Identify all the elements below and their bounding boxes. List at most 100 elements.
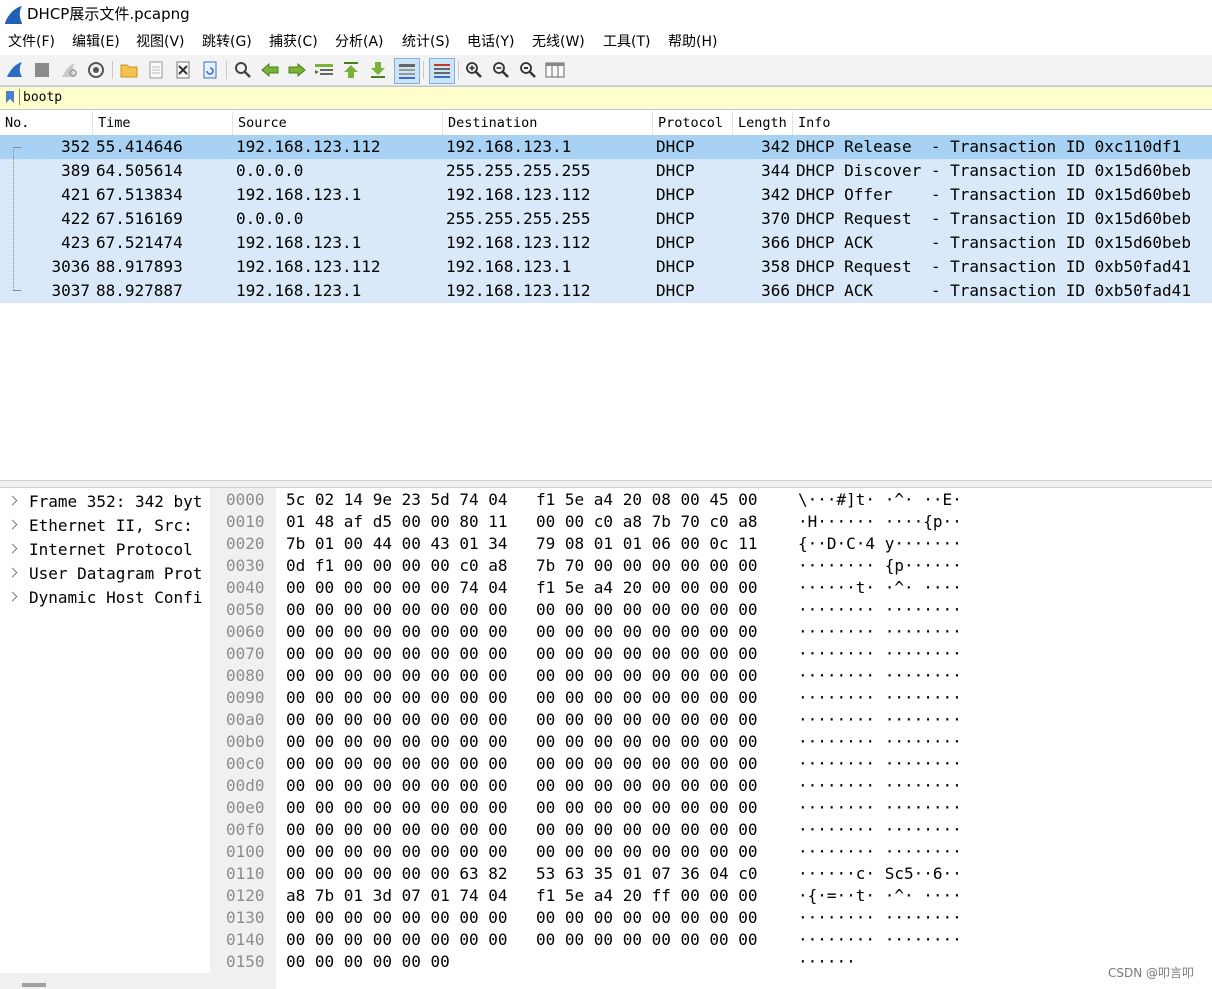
packet-destination: 192.168.123.1 (446, 257, 572, 276)
menu-wireless[interactable]: 无线(W) (532, 34, 585, 50)
packet-source: 192.168.123.1 (236, 233, 362, 252)
hex-row[interactable]: 0060 00 00 00 00 00 00 00 00 00 00 00 00 0… (216, 621, 1212, 643)
menu-go[interactable]: 跳转(G) (202, 34, 252, 50)
autoscroll-icon[interactable] (394, 58, 420, 84)
capture-options-icon[interactable] (85, 59, 107, 81)
chevron-right-icon[interactable] (7, 567, 18, 578)
hex-row[interactable]: 00d0 00 00 00 00 00 00 00 00 00 00 00 00 0… (216, 775, 1212, 797)
hex-ascii: ······t· ·^· ···· (798, 578, 962, 597)
hex-row[interactable]: 0130 00 00 00 00 00 00 00 00 00 00 00 00 0… (216, 907, 1212, 929)
menu-analyze[interactable]: 分析(A) (335, 34, 384, 50)
hex-row[interactable]: 0100 00 00 00 00 00 00 00 00 00 00 00 00 0… (216, 841, 1212, 863)
packet-row[interactable]: 422 67.516169 0.0.0.0 255.255.255.255 DH… (0, 207, 1212, 231)
menu-capture[interactable]: 捕获(C) (269, 34, 318, 50)
chevron-right-icon[interactable] (7, 591, 18, 602)
shark-fin-icon[interactable] (4, 59, 26, 81)
hex-row[interactable]: 0080 00 00 00 00 00 00 00 00 00 00 00 00 0… (216, 665, 1212, 687)
hex-row[interactable]: 00e0 00 00 00 00 00 00 00 00 00 00 00 00 0… (216, 797, 1212, 819)
menu-statistics[interactable]: 统计(S) (402, 34, 450, 50)
go-forward-icon[interactable] (286, 59, 308, 81)
pane-splitter[interactable] (0, 480, 1212, 488)
column-destination[interactable]: Destination (443, 111, 653, 135)
restart-icon[interactable] (58, 59, 80, 81)
details-horizontal-scrollbar[interactable] (0, 973, 210, 989)
packet-row[interactable]: 352 55.414646 192.168.123.112 192.168.12… (0, 135, 1212, 159)
column-source[interactable]: Source (233, 111, 443, 135)
hex-ascii: ········ {p······ (798, 556, 962, 575)
detail-udp[interactable]: User Datagram Prot (0, 562, 210, 586)
reload-icon[interactable] (199, 59, 221, 81)
packet-row[interactable]: 3036 88.917893 192.168.123.112 192.168.1… (0, 255, 1212, 279)
open-file-icon[interactable] (118, 59, 140, 81)
hex-bytes-low: 00 00 00 00 00 00 00 00 (286, 754, 508, 773)
go-to-packet-icon[interactable] (313, 59, 335, 81)
column-time[interactable]: Time (93, 111, 233, 135)
resize-columns-icon[interactable] (544, 59, 566, 81)
colorize-icon[interactable] (429, 58, 455, 84)
menu-telephony[interactable]: 电话(Y) (467, 34, 514, 50)
window-title: DHCP展示文件.pcapng (27, 5, 190, 23)
hex-row[interactable]: 0140 00 00 00 00 00 00 00 00 00 00 00 00 0… (216, 929, 1212, 951)
zoom-in-icon[interactable] (463, 59, 485, 81)
column-no[interactable]: No. (0, 111, 93, 135)
last-packet-icon[interactable] (367, 59, 389, 81)
hex-row[interactable]: 0010 01 48 af d5 00 00 80 11 00 00 c0 a8 7… (216, 511, 1212, 533)
display-filter-input[interactable] (21, 88, 1203, 106)
column-info[interactable]: Info (793, 111, 1212, 135)
menu-file[interactable]: 文件(F) (8, 34, 55, 50)
detail-dhcp[interactable]: Dynamic Host Confi (0, 586, 210, 610)
stop-icon[interactable] (31, 59, 53, 81)
packet-row[interactable]: 3037 88.927887 192.168.123.1 192.168.123… (0, 279, 1212, 303)
detail-ip[interactable]: Internet Protocol (0, 538, 210, 562)
detail-frame[interactable]: Frame 352: 342 byt (0, 490, 210, 514)
packet-row[interactable]: 421 67.513834 192.168.123.1 192.168.123.… (0, 183, 1212, 207)
packet-row[interactable]: 423 67.521474 192.168.123.1 192.168.123.… (0, 231, 1212, 255)
menu-view[interactable]: 视图(V) (136, 34, 185, 50)
hex-row[interactable]: 0110 00 00 00 00 00 00 63 82 53 63 35 01 0… (216, 863, 1212, 885)
chevron-right-icon[interactable] (7, 543, 18, 554)
hex-row[interactable]: 0150 00 00 00 00 00 00 ······ (216, 951, 1212, 973)
hex-row[interactable]: 00c0 00 00 00 00 00 00 00 00 00 00 00 00 0… (216, 753, 1212, 775)
close-file-icon[interactable] (172, 59, 194, 81)
title-bar: DHCP展示文件.pcapng (0, 0, 1212, 30)
zoom-out-icon[interactable] (490, 59, 512, 81)
detail-ethernet[interactable]: Ethernet II, Src: (0, 514, 210, 538)
column-protocol[interactable]: Protocol (653, 111, 733, 135)
hex-bytes-low: 00 00 00 00 00 00 00 00 (286, 732, 508, 751)
hex-row[interactable]: 00b0 00 00 00 00 00 00 00 00 00 00 00 00 0… (216, 731, 1212, 753)
hex-offset: 00b0 (226, 732, 265, 751)
packet-length: 370 (761, 209, 790, 228)
hex-row[interactable]: 00f0 00 00 00 00 00 00 00 00 00 00 00 00 0… (216, 819, 1212, 841)
go-back-icon[interactable] (259, 59, 281, 81)
file-icon[interactable] (145, 59, 167, 81)
hex-row[interactable]: 00a0 00 00 00 00 00 00 00 00 00 00 00 00 0… (216, 709, 1212, 731)
find-icon[interactable] (232, 59, 254, 81)
normal-size-icon[interactable] (517, 59, 539, 81)
first-packet-icon[interactable] (340, 59, 362, 81)
bookmark-icon[interactable] (5, 90, 15, 104)
hex-row[interactable]: 0030 0d f1 00 00 00 00 c0 a8 7b 70 00 00 0… (216, 555, 1212, 577)
hex-bytes-low: 00 00 00 00 00 00 00 00 (286, 820, 508, 839)
hex-ascii: \···#]t· ·^· ··E· (798, 490, 962, 509)
menu-tools[interactable]: 工具(T) (603, 34, 650, 50)
menu-help[interactable]: 帮助(H) (668, 34, 717, 50)
chevron-right-icon[interactable] (7, 495, 18, 506)
menu-edit[interactable]: 编辑(E) (72, 34, 120, 50)
scrollbar-thumb[interactable] (22, 983, 46, 987)
hex-row[interactable]: 0050 00 00 00 00 00 00 00 00 00 00 00 00 0… (216, 599, 1212, 621)
hex-bytes-high: 00 00 00 00 00 00 00 00 (536, 842, 758, 861)
hex-row[interactable]: 0040 00 00 00 00 00 00 74 04 f1 5e a4 20 0… (216, 577, 1212, 599)
packet-protocol: DHCP (656, 257, 695, 276)
hex-row[interactable]: 0020 7b 01 00 44 00 43 01 34 79 08 01 01 0… (216, 533, 1212, 555)
packet-info: DHCP Offer - Transaction ID 0x15d60beb (796, 185, 1191, 204)
hex-row[interactable]: 0000 5c 02 14 9e 23 5d 74 04 f1 5e a4 20 0… (216, 489, 1212, 511)
packet-protocol: DHCP (656, 137, 695, 156)
hex-ascii: ········ ········ (798, 688, 962, 707)
hex-row[interactable]: 0070 00 00 00 00 00 00 00 00 00 00 00 00 0… (216, 643, 1212, 665)
hex-row[interactable]: 0120 a8 7b 01 3d 07 01 74 04 f1 5e a4 20 f… (216, 885, 1212, 907)
column-length[interactable]: Length (733, 111, 793, 135)
hex-row[interactable]: 0090 00 00 00 00 00 00 00 00 00 00 00 00 0… (216, 687, 1212, 709)
wireshark-logo-icon (5, 6, 22, 24)
chevron-right-icon[interactable] (7, 519, 18, 530)
packet-row[interactable]: 389 64.505614 0.0.0.0 255.255.255.255 DH… (0, 159, 1212, 183)
